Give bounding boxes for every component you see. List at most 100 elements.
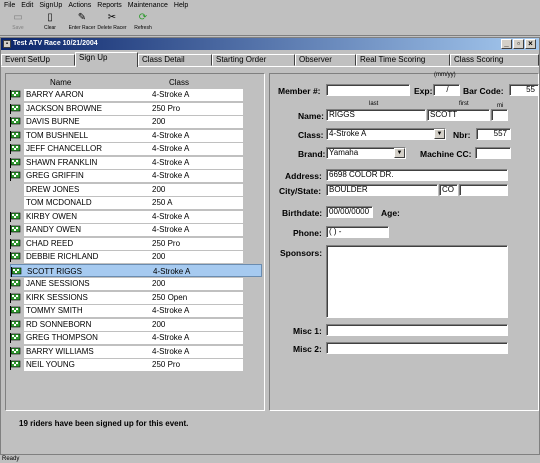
rider-row[interactable]: SHAWN FRANKLIN 4-Stroke A (10, 156, 262, 170)
restore-button[interactable]: ▫ (513, 39, 524, 49)
tab-real-time-scoring[interactable]: Real Time Scoring (356, 54, 450, 66)
tab-strip: Event SetUp Sign Up Class Detail Startin… (1, 52, 539, 67)
checkered-flag-icon (10, 346, 21, 357)
tab-sign-up[interactable]: Sign Up (75, 52, 138, 67)
misc1-field[interactable] (326, 324, 508, 336)
first-name-hint: first (459, 101, 469, 107)
save-icon: ▭ (13, 12, 23, 23)
rider-row[interactable]: RANDY OWEN 4-Stroke A (10, 223, 262, 237)
checkered-flag-icon (10, 171, 21, 181)
refresh-icon: ⟳ (138, 12, 148, 23)
rider-name: CHAD REED (24, 237, 150, 250)
rider-row[interactable]: GREG GRIFFIN 4-Stroke A (10, 169, 262, 183)
tab-class-detail[interactable]: Class Detail (138, 54, 212, 66)
middle-initial-field[interactable] (491, 109, 508, 121)
menu-signup[interactable]: SignUp (36, 2, 65, 9)
misc2-field[interactable] (326, 342, 508, 354)
class-select[interactable]: 4-Stroke A ▼ (326, 128, 446, 140)
menu-actions[interactable]: Actions (65, 2, 94, 9)
rider-row[interactable]: DAVIS BURNE 200 (10, 115, 262, 129)
rider-row[interactable]: TOM BUSHNELL 4-Stroke A (10, 129, 262, 143)
barcode-field[interactable]: 55 (509, 84, 539, 96)
checkered-flag-icon (10, 319, 21, 330)
sponsors-textarea[interactable] (326, 245, 508, 318)
checkered-flag-icon (10, 333, 21, 343)
first-name-field[interactable]: SCOTT (427, 109, 490, 121)
rider-row[interactable]: GREG THOMPSON 4-Stroke A (10, 331, 262, 345)
app-icon: ▪ (3, 40, 11, 48)
minimize-button[interactable]: _ (501, 39, 512, 49)
class-select-value: 4-Stroke A (329, 129, 367, 138)
window-title: Test ATV Race 10/21/2004 (13, 40, 98, 47)
window-titlebar[interactable]: ▪ Test ATV Race 10/21/2004 _ ▫ × (1, 38, 539, 50)
phone-label: Phone: (293, 228, 322, 238)
rider-name: RD SONNEBORN (24, 318, 150, 331)
delete-racer-button[interactable]: ✂ Delete Racer (96, 12, 128, 35)
menu-bar: File Edit SignUp Actions Reports Mainten… (0, 0, 540, 11)
member-field[interactable] (326, 84, 410, 96)
save-button[interactable]: ▭ Save (2, 12, 34, 35)
rider-row[interactable]: NEIL YOUNG 250 Pro (10, 358, 262, 372)
clear-button[interactable]: ▯ Clear (34, 12, 66, 35)
rider-name: TOM MCDONALD (24, 197, 150, 209)
tab-starting-order[interactable]: Starting Order (212, 54, 295, 66)
rider-name: TOMMY SMITH (24, 305, 150, 317)
delete-racer-icon: ✂ (107, 12, 117, 23)
brand-select[interactable]: Yamaha ▼ (326, 147, 406, 159)
enter-racer-button[interactable]: ✎ Enter Racer (66, 12, 98, 35)
menu-maintenance[interactable]: Maintenance (125, 2, 171, 9)
tab-event-setup[interactable]: Event SetUp (1, 54, 75, 66)
rider-name: GREG THOMPSON (24, 332, 150, 344)
rider-row[interactable]: JANE SESSIONS 200 (10, 277, 262, 291)
close-button[interactable]: × (525, 39, 536, 49)
chevron-down-icon[interactable]: ▼ (394, 148, 405, 158)
misc2-label: Misc 2: (293, 344, 322, 354)
age-label: Age: (381, 208, 400, 218)
rider-row[interactable]: TOM MCDONALD 250 A (10, 196, 262, 210)
rider-row[interactable]: DEBBIE RICHLAND 200 (10, 250, 262, 264)
rider-row[interactable]: CHAD REED 250 Pro (10, 237, 262, 251)
menu-help[interactable]: Help (171, 2, 191, 9)
rider-row[interactable]: KIRBY OWEN 4-Stroke A (10, 210, 262, 224)
save-label: Save (12, 25, 24, 31)
menu-edit[interactable]: Edit (18, 2, 36, 9)
rider-name: RANDY OWEN (24, 224, 150, 236)
rider-row[interactable]: DREW JONES 200 (10, 183, 262, 197)
rider-class: 250 Pro (150, 359, 243, 371)
event-window: ▪ Test ATV Race 10/21/2004 _ ▫ × Event S… (0, 37, 540, 455)
machine-cc-label: Machine CC: (420, 149, 472, 159)
tab-class-scoring[interactable]: Class Scoring (450, 54, 539, 66)
rider-row[interactable]: KIRK SESSIONS 250 Open (10, 291, 262, 305)
chevron-down-icon[interactable]: ▼ (434, 129, 445, 139)
rider-row[interactable]: JACKSON BROWNE 250 Pro (10, 102, 262, 116)
rider-row[interactable]: BARRY WILLIAMS 4-Stroke A (10, 345, 262, 359)
address-field[interactable]: 6698 COLOR DR. (326, 169, 508, 181)
machine-cc-field[interactable] (475, 147, 511, 159)
clear-label: Clear (44, 25, 56, 31)
state-field[interactable]: CO (439, 184, 458, 196)
name-column-header: Name (50, 78, 72, 87)
class-column-header: Class (169, 78, 190, 87)
rider-name: JEFF CHANCELLOR (24, 143, 150, 155)
zip-field[interactable] (459, 184, 508, 196)
menu-reports[interactable]: Reports (94, 2, 125, 9)
rider-class: 4-Stroke A (150, 143, 243, 155)
last-name-field[interactable]: RIGGS (326, 109, 426, 121)
rider-row[interactable]: BARRY AARON 4-Stroke A (10, 88, 262, 102)
exp-field[interactable]: / (433, 84, 460, 96)
rider-row[interactable]: TOMMY SMITH 4-Stroke A (10, 304, 262, 318)
address-label: Address: (285, 171, 322, 181)
rider-class: 4-Stroke A (150, 305, 243, 317)
tab-observer[interactable]: Observer (295, 54, 356, 66)
refresh-button[interactable]: ⟳ Refresh (127, 12, 159, 35)
nbr-field[interactable]: 557 (476, 128, 511, 140)
birthdate-field[interactable]: 00/00/0000 (326, 206, 373, 218)
rider-row[interactable]: RD SONNEBORN 200 (10, 318, 262, 332)
enter-racer-label: Enter Racer (68, 25, 96, 31)
city-field[interactable]: BOULDER (326, 184, 438, 196)
rider-row[interactable]: SCOTT RIGGS 4-Stroke A (10, 263, 262, 277)
checkered-flag-icon (10, 103, 21, 114)
phone-field[interactable]: ( ) - (326, 226, 389, 238)
menu-file[interactable]: File (1, 2, 18, 9)
rider-row[interactable]: JEFF CHANCELLOR 4-Stroke A (10, 142, 262, 156)
